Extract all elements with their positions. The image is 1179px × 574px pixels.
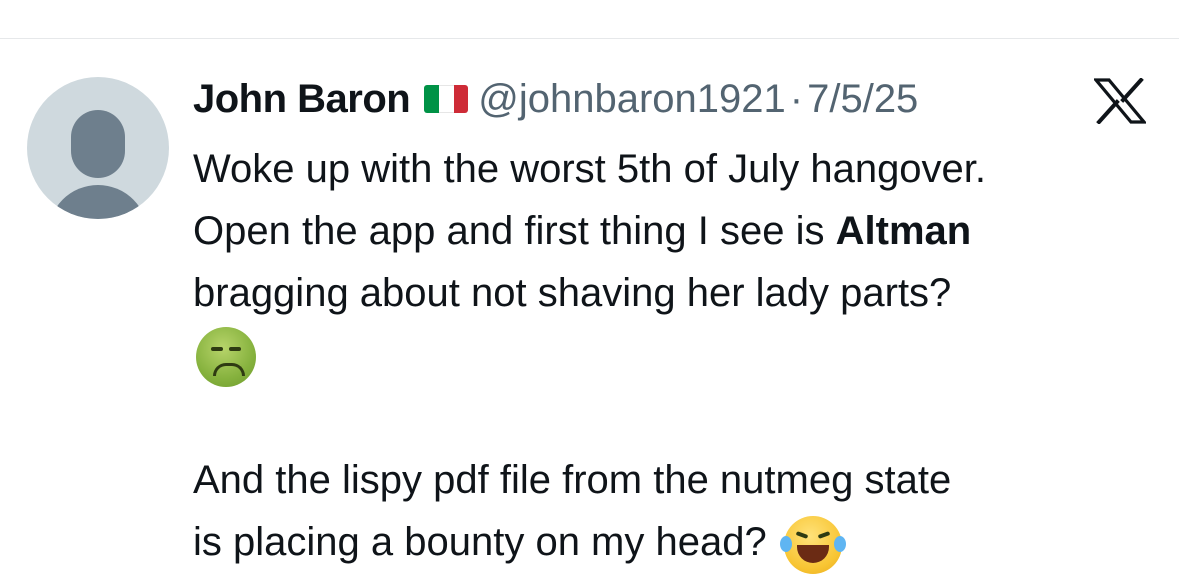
- italy-flag-icon: [424, 85, 469, 113]
- avatar[interactable]: [27, 77, 169, 219]
- tweet-line: And the lispy pdf file from the nutmeg s…: [193, 449, 1168, 511]
- header-separator: ·: [789, 76, 804, 121]
- tweet-line-text: bragging about not shaving her lady part…: [193, 271, 952, 315]
- tweet-line-text: Open the app and first thing I see is: [193, 209, 836, 253]
- avatar-head: [71, 110, 125, 178]
- top-divider: [0, 38, 1179, 39]
- tweet-line-text: is placing a bounty on my head?: [193, 520, 767, 565]
- nauseated-face-emoji-icon: [196, 327, 256, 388]
- tweet-date[interactable]: 7/5/25: [807, 77, 918, 122]
- author-display-name[interactable]: John Baron: [193, 77, 411, 122]
- tweet-line: Open the app and first thing I see is Al…: [193, 200, 1168, 262]
- x-logo-icon[interactable]: [1094, 78, 1146, 124]
- author-handle[interactable]: @johnbaron1921: [478, 77, 786, 122]
- avatar-shoulders: [48, 185, 148, 219]
- tweet-header: John Baron @johnbaron1921 · 7/5/25: [193, 74, 918, 124]
- tweet-line-text: And the lispy pdf file from the nutmeg s…: [193, 458, 952, 503]
- tweet-line: Woke up with the worst 5th of July hango…: [193, 138, 1168, 200]
- face-with-tears-of-joy-emoji-icon: [779, 515, 846, 574]
- mention-bold-text: Altman: [835, 209, 972, 253]
- tweet-text: Woke up with the worst 5th of July hango…: [193, 138, 1168, 574]
- tweet-line-text: Woke up with the worst 5th of July hango…: [193, 147, 987, 191]
- tweet-line: [193, 324, 1168, 388]
- tweet-line: is placing a bounty on my head?: [193, 511, 1168, 574]
- tweet-line: bragging about not shaving her lady part…: [193, 262, 1168, 324]
